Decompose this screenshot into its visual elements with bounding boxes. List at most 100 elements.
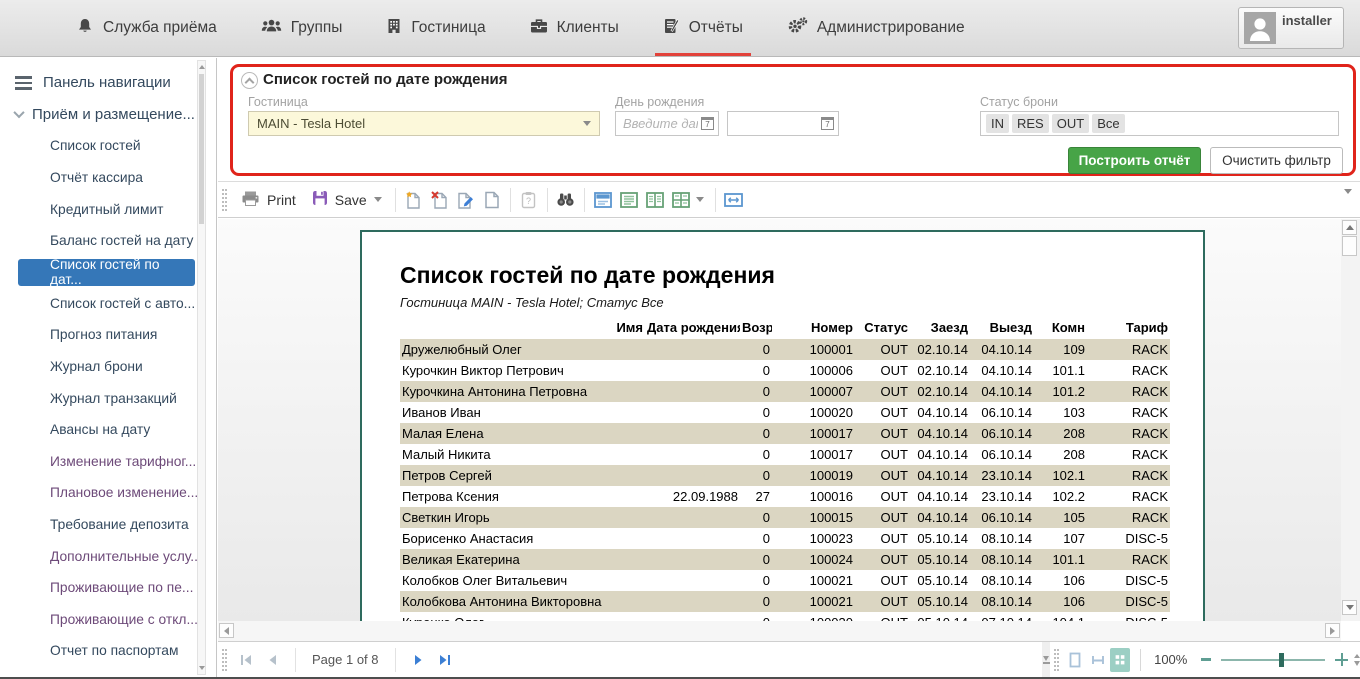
vertical-scrollbar[interactable]	[1341, 219, 1360, 621]
scroll-left-icon[interactable]	[219, 623, 234, 638]
single-page-view-icon[interactable]	[616, 187, 642, 213]
nav-label: Группы	[291, 19, 343, 37]
zoom-slider-thumb[interactable]	[1279, 653, 1284, 667]
nav-hotel[interactable]: Гостиница	[384, 0, 487, 56]
print-button[interactable]: Print	[233, 186, 304, 214]
calendar-icon[interactable]: 7	[701, 117, 714, 130]
cell-tariff: RACK	[1087, 339, 1170, 360]
sidebar-item[interactable]: Список гостей	[0, 130, 216, 162]
zoom-slider[interactable]	[1221, 653, 1325, 667]
doc-new-icon[interactable]	[401, 187, 427, 213]
pager-drag-handle[interactable]	[222, 649, 227, 671]
scrollbar-thumb[interactable]	[1342, 236, 1357, 256]
sidebar-item[interactable]: Плановое изменение...	[0, 477, 216, 509]
status-chip[interactable]: IN	[986, 114, 1009, 133]
sidebar-item[interactable]: Журнал брони	[0, 351, 216, 383]
horizontal-scrollbar[interactable]	[218, 621, 1341, 641]
table-row: Колобков Олег Витальевич 0 100021 OUT 05…	[400, 570, 1170, 591]
zoom-out-icon[interactable]	[1201, 658, 1211, 661]
scroll-up-icon[interactable]	[1342, 220, 1357, 235]
toolbar-drag-handle[interactable]	[222, 189, 227, 211]
scroll-up-icon[interactable]	[198, 62, 205, 72]
sidebar-item[interactable]: Список гостей с авто...	[0, 288, 216, 320]
save-button[interactable]: Save	[304, 186, 390, 213]
cell-name: Петрова Ксения	[400, 486, 645, 507]
table-row: Великая Екатерина 0 100024 OUT 05.10.14 …	[400, 549, 1170, 570]
zoom-in-icon[interactable]	[1335, 653, 1346, 666]
collapse-pager-icon[interactable]	[1042, 656, 1050, 664]
cell-name: Куренко Олег	[400, 612, 645, 621]
cell-room: 104.1	[1034, 612, 1087, 621]
doc-edit-icon[interactable]	[453, 187, 479, 213]
cell-tariff: RACK	[1087, 465, 1170, 486]
status-chip[interactable]: Все	[1092, 114, 1124, 133]
nav-reports[interactable]: Отчёты	[661, 0, 745, 56]
nav-reception[interactable]: Служба приёма	[74, 0, 219, 56]
page-setup-icon[interactable]	[479, 187, 505, 213]
cell-checkin: 05.10.14	[910, 528, 970, 549]
sidebar-item[interactable]: Авансы на дату	[0, 414, 216, 446]
nav-groups[interactable]: Группы	[259, 0, 345, 56]
find-binoculars-icon[interactable]	[553, 187, 579, 213]
sidebar-nav-panel-header[interactable]: Панель навигации	[0, 67, 216, 99]
cell-age: 0	[740, 528, 772, 549]
sidebar-item[interactable]: Проживающие с откл...	[0, 604, 216, 636]
status-chip[interactable]: OUT	[1052, 114, 1089, 133]
scroll-down-icon[interactable]	[1342, 600, 1357, 615]
panel-splitter[interactable]	[1042, 641, 1050, 677]
scrollbar-thumb[interactable]	[199, 74, 204, 224]
sidebar-item[interactable]: Дополнительные услу...	[0, 540, 216, 572]
page-width-icon[interactable]	[721, 187, 747, 213]
nav-administration[interactable]: Администрирование	[785, 0, 967, 56]
birthday-to-input[interactable]	[735, 116, 818, 131]
sidebar-item[interactable]: Журнал транзакций	[0, 382, 216, 414]
clipboard-paste-icon[interactable]: ?	[516, 187, 542, 213]
editor-view-icon[interactable]	[590, 187, 616, 213]
sidebar-item[interactable]: Прогноз питания	[0, 319, 216, 351]
doc-delete-icon[interactable]	[427, 187, 453, 213]
clear-filter-button[interactable]: Очистить фильтр	[1210, 147, 1343, 174]
top-nav: Служба приёма Группы Гостиница Клиенты	[74, 0, 1360, 56]
status-filter-box[interactable]: INRESOUTВсе	[980, 111, 1339, 136]
sidebar-group-reception[interactable]: Приём и размещение...	[0, 99, 216, 131]
scroll-right-icon[interactable]	[1325, 623, 1340, 638]
user-menu-button[interactable]: installer	[1238, 7, 1344, 49]
cell-status: OUT	[855, 381, 910, 402]
next-page-icon[interactable]	[406, 647, 432, 673]
hotel-select[interactable]: MAIN - Tesla Hotel	[248, 111, 600, 136]
status-chip[interactable]: RES	[1012, 114, 1049, 133]
sidebar-item[interactable]: Отчёт кассира	[0, 162, 216, 194]
filter-title: Список гостей по дате рождения	[263, 71, 508, 88]
collapse-panel-icon[interactable]	[241, 72, 258, 89]
sidebar-item[interactable]: Изменение тарифног...	[0, 446, 216, 478]
scroll-spinner-icons[interactable]	[1354, 654, 1360, 666]
sidebar-item[interactable]: Проживающие по пе...	[0, 572, 216, 604]
multi-page-view-icon[interactable]	[668, 187, 694, 213]
chevron-down-icon[interactable]	[696, 197, 704, 202]
multi-page-grid-icon[interactable]	[1110, 648, 1130, 672]
sidebar-item[interactable]: Баланс гостей на дату	[0, 225, 216, 257]
zoom-drag-handle[interactable]	[1054, 649, 1059, 671]
nav-clients[interactable]: Клиенты	[528, 0, 621, 56]
two-page-view-icon[interactable]	[642, 187, 668, 213]
report-title: Список гостей по дате рождения	[400, 262, 1203, 289]
one-page-view-icon[interactable]	[1065, 648, 1085, 672]
toolbar-overflow-icon[interactable]	[1344, 194, 1352, 212]
calendar-icon[interactable]: 7	[821, 117, 834, 130]
filter-panel: Список гостей по дате рождения Гостиница…	[230, 64, 1356, 176]
sidebar-item[interactable]: Отчет по паспортам	[0, 635, 216, 667]
save-label: Save	[335, 192, 367, 208]
scroll-down-icon[interactable]	[198, 663, 205, 673]
fit-width-icon[interactable]	[1088, 648, 1108, 672]
bell-icon	[76, 18, 94, 39]
last-page-icon[interactable]	[432, 647, 458, 673]
build-report-button[interactable]: Построить отчёт	[1068, 147, 1201, 174]
prev-page-icon[interactable]	[259, 647, 285, 673]
birthday-from-input[interactable]	[623, 116, 698, 131]
sidebar-item[interactable]: Список гостей по дат...	[18, 259, 195, 286]
first-page-icon[interactable]	[233, 647, 259, 673]
sidebar-item[interactable]: Требование депозита	[0, 509, 216, 541]
sidebar-item[interactable]: Кредитный лимит	[0, 193, 216, 225]
sidebar-scrollbar[interactable]	[197, 60, 206, 675]
column-header: Заезд	[910, 317, 970, 339]
